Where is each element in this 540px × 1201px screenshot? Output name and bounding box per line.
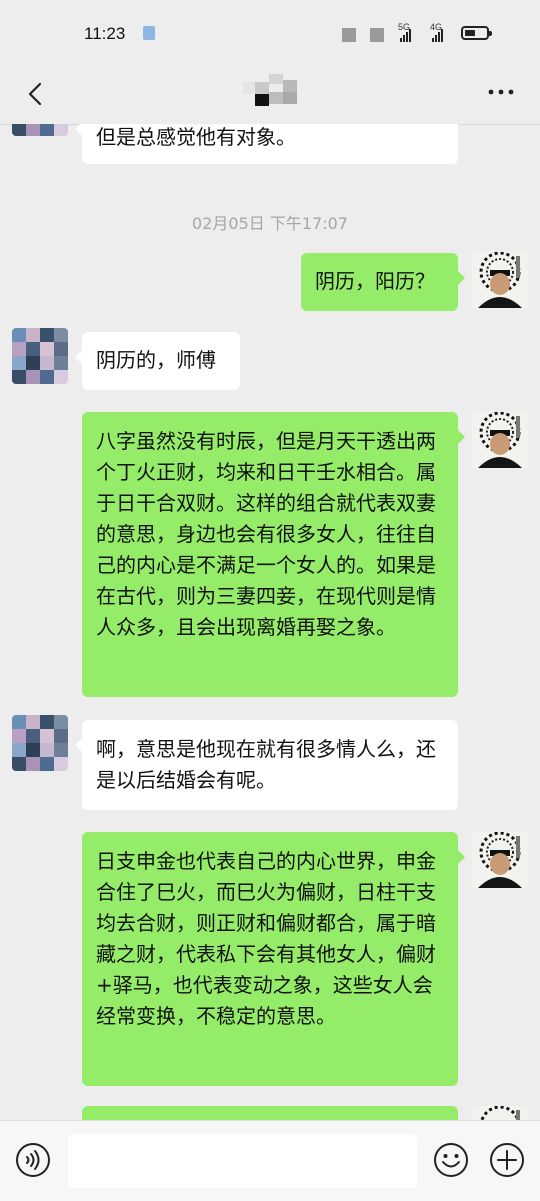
message-bubble-incoming[interactable]: 阴历的，师傅 (75, 332, 240, 390)
message-text: 但是总感觉他有对象。 (96, 125, 296, 149)
contact-name-redacted (243, 74, 297, 106)
message-input[interactable] (68, 1134, 417, 1188)
my-avatar[interactable] (472, 252, 528, 308)
status-time: 11:23 (84, 24, 126, 43)
status-bar: 11:23 5G 4G (0, 0, 540, 66)
chevron-left-icon[interactable] (20, 76, 54, 112)
message-bubble-incoming[interactable]: 但是总感觉他有对象。 (75, 124, 458, 164)
message-text: 阴历的，师傅 (96, 348, 216, 372)
my-avatar[interactable] (472, 1106, 528, 1120)
contact-avatar[interactable] (12, 124, 68, 136)
plus-icon[interactable] (488, 1141, 526, 1179)
signal-icon (432, 28, 446, 42)
emoji-icon[interactable] (432, 1141, 470, 1179)
message-list[interactable]: 但是总感觉他有对象。 02月05日 下午17:07 阴历，阳历？ 阴历的，师傅 … (0, 124, 540, 1120)
message-text: 啊，意思是他现在就有很多情人么，还是以后结婚会有呢。 (96, 737, 436, 792)
contact-avatar[interactable] (12, 328, 68, 384)
voice-icon[interactable] (14, 1141, 52, 1179)
my-avatar[interactable] (472, 412, 528, 468)
message-text: 日支申金也代表自己的内心世界，申金合住了巳火，而巳火为偏财，日柱干支均去合财，则… (96, 849, 436, 1028)
signal-icon (400, 28, 414, 42)
message-text: 阴历，阳历？ (315, 269, 435, 293)
message-text: 八字虽然没有时辰，但是月天干透出两个丁火正财，均来和日干壬水相合。属于日干合双财… (96, 429, 436, 639)
message-bubble-incoming[interactable]: 啊，意思是他现在就有很多情人么，还是以后结婚会有呢。 (75, 720, 458, 810)
my-avatar[interactable] (472, 832, 528, 888)
message-bubble-outgoing[interactable]: 八字虽然没有时辰，但是月天干透出两个丁火正财，均来和日干壬水相合。属于日干合双财… (82, 412, 465, 697)
chat-header (0, 66, 540, 125)
more-dots-icon[interactable] (486, 82, 516, 102)
notification-icon (143, 26, 155, 40)
message-bubble-outgoing[interactable]: 阴历，阳历？ (301, 253, 465, 311)
message-bubble-outgoing[interactable]: 日支申金也代表自己的内心世界，申金合住了巳火，而巳火为偏财，日柱干支均去合财，则… (82, 832, 465, 1086)
status-icon (370, 28, 384, 42)
message-timestamp: 02月05日 下午17:07 (192, 214, 348, 233)
message-bubble-outgoing[interactable] (82, 1106, 458, 1120)
status-icon (342, 28, 356, 42)
input-bar (0, 1120, 540, 1201)
battery-icon (461, 26, 492, 40)
contact-avatar[interactable] (12, 715, 68, 771)
